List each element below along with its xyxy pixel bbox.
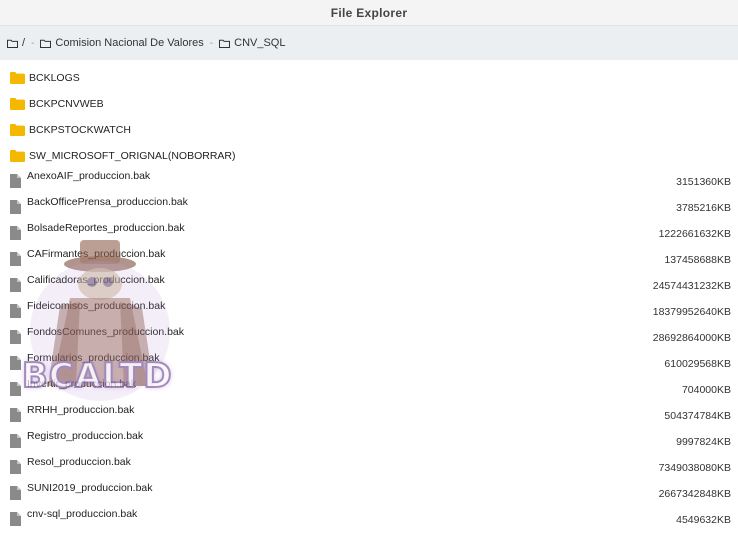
- file-name: RRHH_produccion.bak: [27, 404, 135, 416]
- file-icon: [10, 226, 21, 240]
- file-size: 610029568KB: [664, 358, 731, 370]
- file-row[interactable]: Invertir_produccion.bak 704000KB: [0, 376, 738, 402]
- file-icon: [10, 382, 21, 396]
- file-row[interactable]: BolsadeReportes_produccion.bak 122266163…: [0, 220, 738, 246]
- file-name: BolsadeReportes_produccion.bak: [27, 222, 185, 234]
- file-size: 9997824KB: [676, 436, 731, 448]
- file-icon: [10, 408, 21, 422]
- folder-icon: [10, 150, 25, 162]
- file-row[interactable]: Resol_produccion.bak 7349038080KB: [0, 454, 738, 480]
- breadcrumb-label: /: [22, 37, 26, 49]
- file-size: 7349038080KB: [658, 462, 731, 474]
- file-size: 137458688KB: [664, 254, 731, 266]
- file-icon: [10, 486, 21, 500]
- file-size: 3151360KB: [676, 176, 731, 188]
- breadcrumb-cnv-sql[interactable]: CNV_SQL: [219, 37, 285, 49]
- folder-icon: [10, 72, 25, 84]
- file-row[interactable]: AnexoAIF_produccion.bak 3151360KB: [0, 168, 738, 194]
- file-icon: [10, 174, 21, 188]
- file-row[interactable]: RRHH_produccion.bak 504374784KB: [0, 402, 738, 428]
- file-icon: [10, 304, 21, 318]
- window-title: File Explorer: [330, 5, 408, 20]
- file-icon: [10, 252, 21, 266]
- file-size: 24574431232KB: [652, 280, 731, 292]
- file-icon: [10, 460, 21, 474]
- file-row[interactable]: SUNI2019_produccion.bak 2667342848KB: [0, 480, 738, 506]
- file-name: CAFirmantes_produccion.bak: [27, 248, 166, 260]
- file-size: 1222661632KB: [658, 228, 731, 240]
- breadcrumb-separator: -: [31, 37, 35, 49]
- breadcrumb-label: Comision Nacional De Valores: [55, 37, 204, 49]
- file-icon: [10, 512, 21, 526]
- folder-row[interactable]: BCKPCNVWEB: [0, 90, 738, 116]
- file-icon: [10, 278, 21, 292]
- folder-outline-icon: [219, 39, 231, 48]
- folder-name: BCKPSTOCKWATCH: [29, 124, 131, 136]
- breadcrumb-separator: -: [209, 37, 214, 49]
- file-name: Resol_produccion.bak: [27, 456, 131, 468]
- file-row[interactable]: Fideicomisos_produccion.bak 18379952640K…: [0, 298, 738, 324]
- file-icon: [10, 356, 21, 370]
- file-row[interactable]: Formularios_produccion.bak 610029568KB: [0, 350, 738, 376]
- folder-icon: [10, 98, 25, 110]
- folder-row[interactable]: SW_MICROSOFT_ORIGNAL(NOBORRAR): [0, 142, 738, 168]
- file-name: cnv-sql_produccion.bak: [27, 508, 138, 520]
- file-icon: [10, 330, 21, 344]
- file-row[interactable]: cnv-sql_produccion.bak 4549632KB: [0, 506, 738, 532]
- folder-name: BCKLOGS: [29, 72, 80, 84]
- file-row[interactable]: Calificadoras_produccion.bak 24574431232…: [0, 272, 738, 298]
- breadcrumb: / - Comision Nacional De Valores - CNV_S…: [0, 26, 738, 60]
- folder-outline-icon: [7, 39, 18, 48]
- file-size: 3785216KB: [676, 202, 731, 214]
- file-name: Calificadoras_produccion.bak: [27, 274, 165, 286]
- file-name: SUNI2019_produccion.bak: [27, 482, 153, 494]
- folder-outline-icon: [40, 39, 52, 48]
- folder-name: BCKPCNVWEB: [29, 98, 104, 110]
- file-name: Registro_produccion.bak: [27, 430, 144, 442]
- file-size: 18379952640KB: [652, 306, 731, 318]
- folder-row[interactable]: BCKPSTOCKWATCH: [0, 116, 738, 142]
- file-list: BCKLOGS BCKPCNVWEB BCKPSTOCKWATCH SW_MIC…: [0, 60, 738, 532]
- file-row[interactable]: Registro_produccion.bak 9997824KB: [0, 428, 738, 454]
- file-name: AnexoAIF_produccion.bak: [27, 170, 151, 182]
- file-size: 2667342848KB: [658, 488, 731, 500]
- file-icon: [10, 200, 21, 214]
- file-name: Formularios_produccion.bak: [27, 352, 160, 364]
- file-row[interactable]: CAFirmantes_produccion.bak 137458688KB: [0, 246, 738, 272]
- file-name: BackOfficePrensa_produccion.bak: [27, 196, 188, 208]
- breadcrumb-label: CNV_SQL: [234, 37, 286, 49]
- file-row[interactable]: FondosComunes_produccion.bak 28692864000…: [0, 324, 738, 350]
- file-name: Invertir_produccion.bak: [27, 378, 137, 390]
- file-name: Fideicomisos_produccion.bak: [27, 300, 166, 312]
- file-size: 28692864000KB: [652, 332, 731, 344]
- folder-icon: [10, 124, 25, 136]
- file-icon: [10, 434, 21, 448]
- folder-row[interactable]: BCKLOGS: [0, 64, 738, 90]
- folder-name: SW_MICROSOFT_ORIGNAL(NOBORRAR): [29, 150, 236, 162]
- file-row[interactable]: BackOfficePrensa_produccion.bak 3785216K…: [0, 194, 738, 220]
- file-size: 704000KB: [681, 384, 731, 396]
- window-titlebar: File Explorer: [0, 0, 738, 26]
- breadcrumb-root[interactable]: /: [7, 37, 25, 49]
- file-size: 4549632KB: [676, 514, 731, 526]
- breadcrumb-comision[interactable]: Comision Nacional De Valores: [40, 37, 204, 49]
- file-name: FondosComunes_produccion.bak: [27, 326, 185, 338]
- file-size: 504374784KB: [664, 410, 731, 422]
